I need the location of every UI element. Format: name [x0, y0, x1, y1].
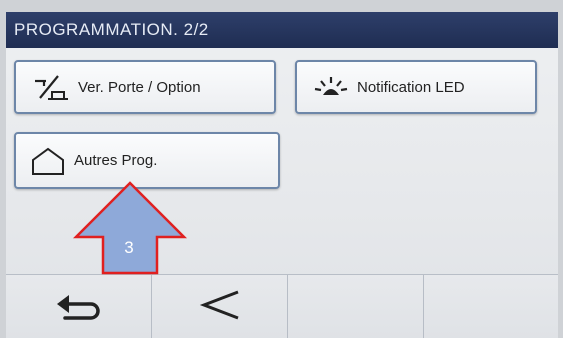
nav-slot-empty-2 [424, 275, 558, 338]
page-title: PROGRAMMATION. 2/2 [6, 12, 558, 48]
step-annotation-arrow [72, 181, 188, 275]
led-notification-label: Notification LED [357, 78, 465, 96]
chevron-left-icon [198, 288, 242, 327]
led-notification-button[interactable]: Notification LED [295, 60, 537, 114]
return-arrow-icon [53, 288, 105, 327]
door-option-label: Ver. Porte / Option [78, 78, 201, 96]
door-option-button[interactable]: Ver. Porte / Option [14, 60, 276, 114]
bottom-nav-bar [6, 274, 558, 338]
step-number-label: 3 [124, 238, 134, 257]
other-prog-label: Autres Prog. [74, 152, 158, 169]
home-icon [30, 146, 66, 176]
door-lock-icon [32, 72, 70, 102]
led-light-icon [313, 75, 349, 99]
nav-slot-empty-1 [288, 275, 424, 338]
back-button[interactable] [6, 275, 152, 338]
touch-screen: PROGRAMMATION. 2/2 Ver. Porte / Option N… [6, 12, 558, 338]
previous-page-button[interactable] [152, 275, 288, 338]
page-title-text: PROGRAMMATION. 2/2 [14, 20, 209, 39]
